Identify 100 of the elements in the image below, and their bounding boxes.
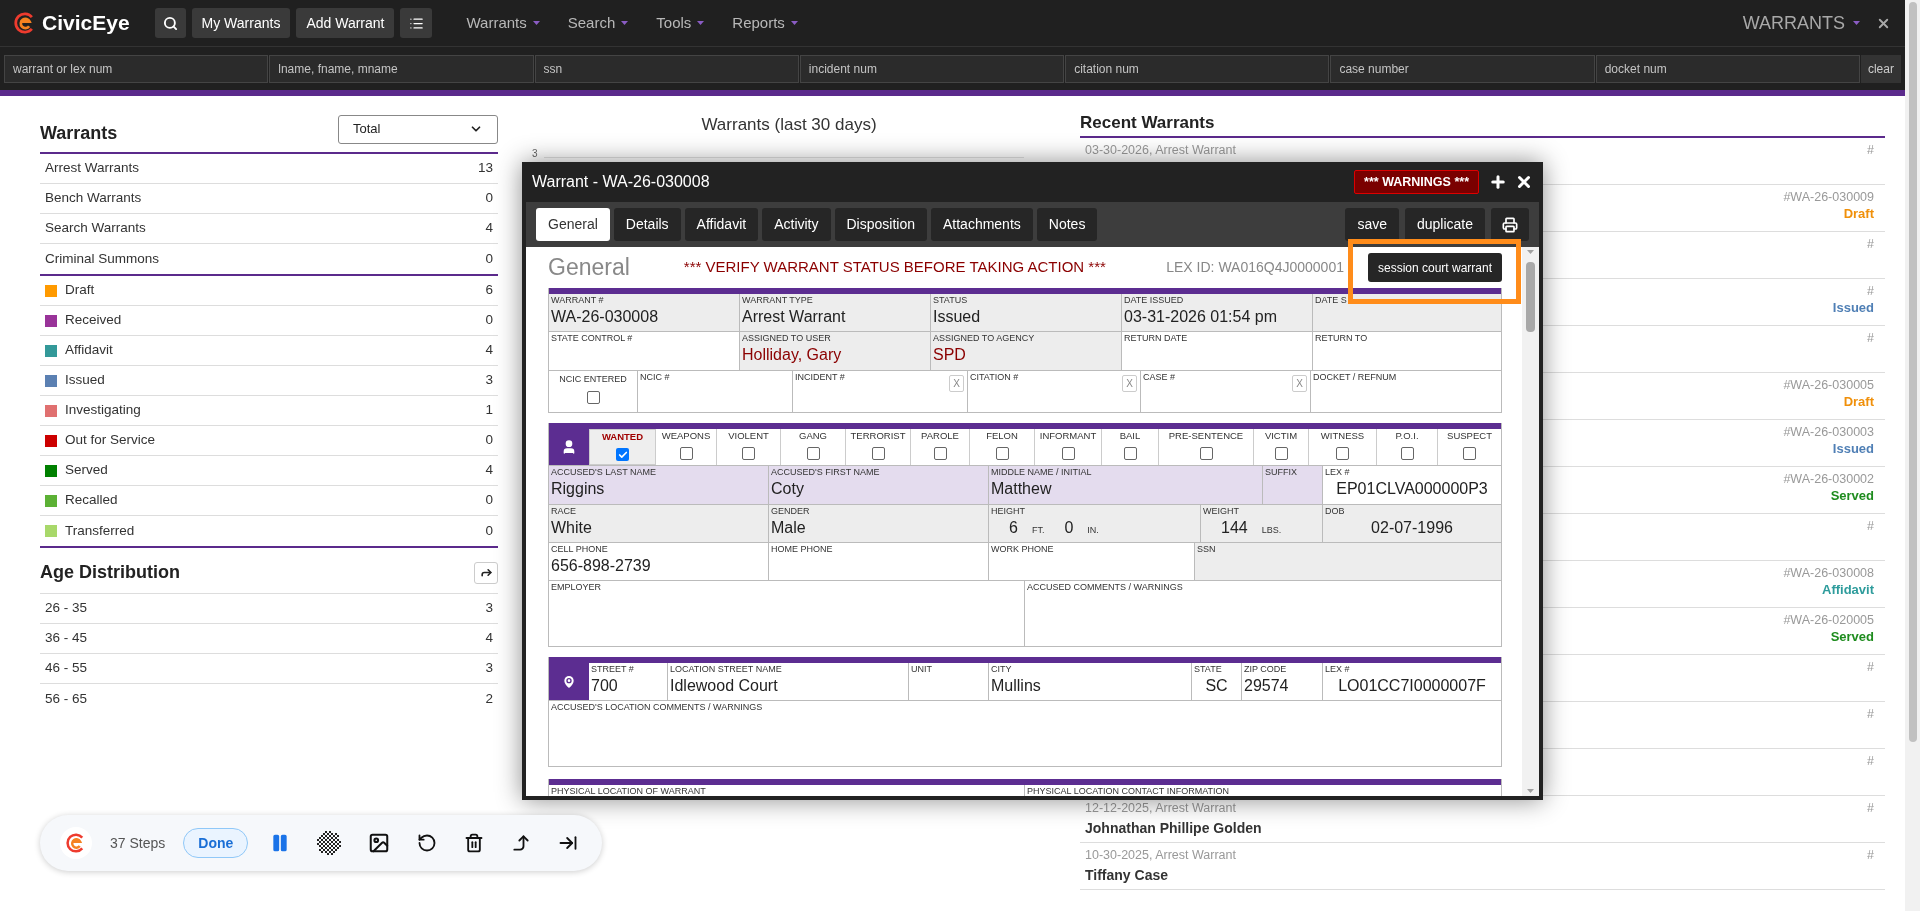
add-icon[interactable] xyxy=(1489,173,1507,191)
checkbox[interactable] xyxy=(1336,447,1349,460)
form-field[interactable]: DOB 02-07-1996 xyxy=(1323,505,1501,542)
nav-menu[interactable]: Reports xyxy=(732,11,798,35)
form-field[interactable]: ASSIGNED TO AGENCY SPD xyxy=(931,332,1122,370)
tab[interactable]: Notes xyxy=(1036,208,1098,241)
pause-icon[interactable] xyxy=(270,833,290,853)
form-field[interactable]: GENDER Male xyxy=(769,505,989,542)
scrollbar-thumb[interactable] xyxy=(1526,262,1536,332)
action-button[interactable]: save xyxy=(1345,208,1399,241)
status-label[interactable]: Transferred xyxy=(65,520,135,542)
undo-icon[interactable] xyxy=(417,833,437,853)
action-button[interactable]: duplicate xyxy=(1404,208,1485,241)
form-field[interactable]: STATE SC xyxy=(1192,663,1242,700)
form-field[interactable]: ASSIGNED TO USER Holliday, Gary xyxy=(740,332,931,370)
form-field[interactable]: CITATION # X xyxy=(968,371,1141,412)
tab[interactable]: General xyxy=(536,208,610,241)
type-label[interactable]: Criminal Summons xyxy=(45,248,160,270)
form-field[interactable]: ZIP CODE 29574 xyxy=(1242,663,1323,700)
done-button[interactable]: Done xyxy=(183,828,249,858)
status-label[interactable]: Out for Service xyxy=(65,430,156,451)
clear-field-button[interactable]: X xyxy=(1292,375,1307,392)
warrant-row[interactable]: 10-30-2025, Arrest Warrant Tiffany Case # xyxy=(1080,843,1885,890)
checkbox[interactable] xyxy=(1274,447,1288,460)
status-label[interactable]: Recalled xyxy=(65,490,118,511)
blur-icon[interactable] xyxy=(317,831,341,855)
form-field[interactable]: WARRANT # WA-26-030008 xyxy=(549,294,740,331)
tab[interactable]: Activity xyxy=(762,208,831,241)
status-label[interactable]: Issued xyxy=(65,370,105,391)
warnings-badge[interactable]: *** WARNINGS *** xyxy=(1354,170,1479,194)
type-label[interactable]: Arrest Warrants xyxy=(45,158,139,179)
checkbox[interactable] xyxy=(1463,447,1476,460)
checkbox[interactable] xyxy=(1061,447,1075,460)
form-field[interactable]: STATE CONTROL # xyxy=(549,332,740,370)
court-button[interactable]: session court warrant xyxy=(1367,253,1502,282)
checkbox[interactable] xyxy=(933,447,947,460)
checkbox[interactable] xyxy=(871,447,885,460)
checkbox[interactable] xyxy=(616,448,629,461)
nav-menu[interactable]: Warrants xyxy=(466,11,540,35)
search-field[interactable]: ssn xyxy=(534,54,799,83)
form-field[interactable]: CELL PHONE 656-898-2739 xyxy=(549,543,769,580)
checkbox[interactable] xyxy=(742,447,755,460)
form-field[interactable]: STREET # 700 xyxy=(589,663,668,700)
search-button[interactable] xyxy=(154,8,186,38)
search-field[interactable]: citation num xyxy=(1065,54,1330,83)
form-field[interactable]: UNIT xyxy=(909,663,989,700)
arrow-to-end-icon[interactable] xyxy=(558,833,578,853)
arrow-up-icon[interactable] xyxy=(511,833,531,853)
share-button[interactable] xyxy=(474,561,498,584)
form-field[interactable]: STATUS Issued xyxy=(931,294,1122,331)
search-field[interactable]: case number xyxy=(1330,54,1595,83)
module-menu[interactable]: WARRANTS xyxy=(1742,9,1860,37)
form-field[interactable]: SUFFIX xyxy=(1263,466,1323,504)
list-button[interactable] xyxy=(400,8,433,38)
image-icon[interactable] xyxy=(368,832,390,854)
checkbox[interactable] xyxy=(1400,447,1414,460)
scrollbar-thumb[interactable] xyxy=(1908,2,1917,742)
checkbox[interactable] xyxy=(679,447,693,460)
search-field[interactable]: lname, fname, mname xyxy=(269,54,534,83)
checkbox[interactable] xyxy=(806,447,820,460)
nav-menu[interactable]: Tools xyxy=(656,11,705,35)
form-field[interactable]: CASE # X xyxy=(1141,371,1311,412)
search-field[interactable]: warrant or lex num xyxy=(4,54,269,83)
tab[interactable]: Disposition xyxy=(834,208,927,241)
status-label[interactable]: Received xyxy=(65,310,122,331)
search-field[interactable]: docket num xyxy=(1595,54,1860,83)
form-field[interactable]: SSN xyxy=(1195,543,1501,580)
type-label[interactable]: Search Warrants xyxy=(45,218,146,239)
tab[interactable]: Attachments xyxy=(931,208,1033,241)
checkbox[interactable] xyxy=(1123,447,1137,460)
clear-field-button[interactable]: X xyxy=(949,375,964,392)
form-field[interactable]: HEIGHT 6 FT. 0 IN. xyxy=(989,505,1201,542)
toolbar-button[interactable]: Add Warrant xyxy=(296,8,395,38)
form-field[interactable]: INCIDENT # X xyxy=(793,371,968,412)
form-field[interactable]: CITY Mullins xyxy=(989,663,1192,700)
trash-icon[interactable] xyxy=(464,833,484,853)
form-field[interactable]: DATE ISSUED 03-31-2026 01:54 pm xyxy=(1122,294,1313,331)
form-field[interactable]: HOME PHONE xyxy=(769,543,989,580)
status-label[interactable]: Served xyxy=(65,460,108,481)
form-field[interactable]: ACCUSED'S FIRST NAME Coty xyxy=(769,466,989,504)
status-label[interactable]: Affidavit xyxy=(65,340,113,361)
form-field[interactable]: NCIC # xyxy=(638,371,793,412)
toolbar-button[interactable]: My Warrants xyxy=(191,8,291,38)
form-field[interactable]: LOCATION STREET NAME Idlewood Court xyxy=(668,663,909,700)
filter-select[interactable]: Total xyxy=(338,114,498,144)
status-label[interactable]: Investigating xyxy=(65,400,141,421)
scrollbar[interactable] xyxy=(1522,247,1539,796)
form-field[interactable]: DATE S xyxy=(1313,294,1501,331)
tab[interactable]: Details xyxy=(613,208,681,241)
form-field[interactable]: RETURN DATE xyxy=(1122,332,1313,370)
checkbox[interactable] xyxy=(586,391,600,404)
form-field[interactable]: WORK PHONE xyxy=(989,543,1195,580)
form-field[interactable]: EMPLOYER xyxy=(549,581,1025,646)
checkbox[interactable] xyxy=(1199,447,1213,460)
type-label[interactable]: Bench Warrants xyxy=(45,188,142,209)
clear-button[interactable]: clear xyxy=(1860,54,1901,83)
print-button[interactable] xyxy=(1491,208,1529,241)
clear-field-button[interactable]: X xyxy=(1122,375,1137,392)
form-field[interactable]: WARRANT TYPE Arrest Warrant xyxy=(740,294,931,331)
search-field[interactable]: incident num xyxy=(799,54,1065,83)
